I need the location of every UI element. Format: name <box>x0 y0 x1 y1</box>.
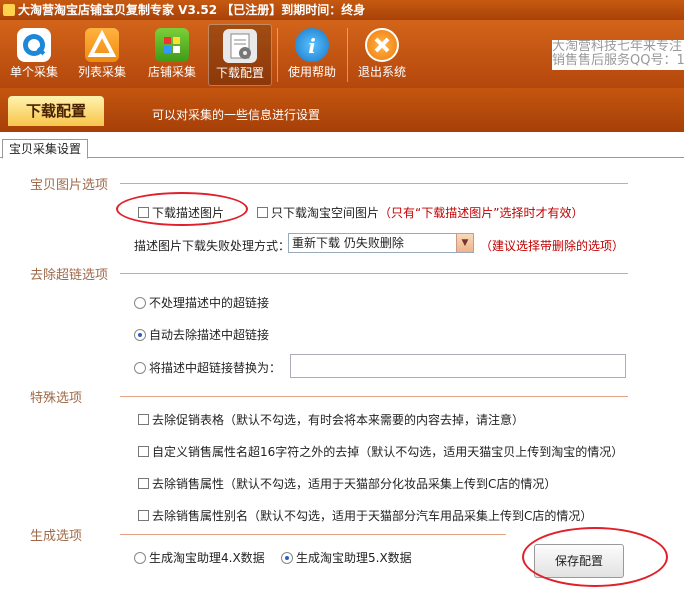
app-icon <box>3 4 15 16</box>
radio-circle <box>134 362 146 374</box>
config-header-tab: 下载配置 <box>8 96 104 126</box>
remove-promo-table-checkbox[interactable]: 去除促销表格（默认不勾选，有时会将本来需要的内容去掉，请注意） <box>138 411 524 428</box>
toolbar-single-collect-button[interactable]: 单个采集 <box>2 24 66 86</box>
toolbar-separator <box>347 28 348 82</box>
toolbar-separator <box>277 28 278 82</box>
config-header: 下载配置 可以对采集的一些信息进行设置 <box>0 88 684 132</box>
highlight-ellipse <box>116 192 248 226</box>
window-titlebar: 大淘营淘宝店铺宝贝复制专家 V3.52 【已注册】到期时间：终身 <box>0 0 684 20</box>
list-triangle-icon <box>85 28 119 62</box>
section-title-image-options: 宝贝图片选项 <box>30 178 109 193</box>
toolbar-help-button[interactable]: i 使用帮助 <box>280 24 344 86</box>
only-taobao-space-checkbox[interactable]: 只下载淘宝空间图片（只有“下载描述图片”选择时才有效） <box>257 204 583 221</box>
hyperlink-option-replace[interactable]: 将描述中超链接替换为： <box>134 359 281 376</box>
only-taobao-space-note: （只有“下载描述图片”选择时才有效） <box>379 206 584 220</box>
toolbar-exit-button[interactable]: 退出系统 <box>350 24 414 86</box>
toolbar-list-collect-button[interactable]: 列表采集 <box>70 24 134 86</box>
remove-sale-attr-alias-checkbox[interactable]: 去除销售属性别名（默认不勾选，适用于天猫部分汽车用品采集上传到C店的情况） <box>138 507 592 524</box>
fail-handling-label: 描述图片下载失败处理方式： <box>134 239 291 253</box>
radio-circle <box>134 329 146 341</box>
magnifier-icon <box>17 28 51 62</box>
svg-text:i: i <box>308 34 316 58</box>
config-header-description: 可以对采集的一些信息进行设置 <box>152 108 321 122</box>
info-icon: i <box>295 28 329 62</box>
tab-item-collect-settings[interactable]: 宝贝采集设置 <box>2 139 89 159</box>
section-divider <box>120 183 628 184</box>
generate-option-v5[interactable]: 生成淘宝助理5.X数据 <box>281 549 412 566</box>
remove-long-attr-name-checkbox[interactable]: 自定义销售属性名超16字符之外的去掉（默认不勾选，适用天猫宝贝上传到淘宝的情况） <box>138 443 623 460</box>
section-title-generate-options: 生成选项 <box>30 529 83 544</box>
close-icon <box>365 28 399 62</box>
fail-handling-select[interactable]: 重新下载 仍失败删除 ▼ <box>288 233 474 253</box>
radio-circle <box>134 297 146 309</box>
section-title-hyperlink-options: 去除超链选项 <box>30 268 109 283</box>
section-divider <box>120 273 628 274</box>
hyperlink-option-remove[interactable]: 自动去除描述中超链接 <box>134 326 269 343</box>
checkbox-box <box>138 414 149 425</box>
section-divider <box>120 534 506 535</box>
checkbox-box <box>138 510 149 521</box>
hyperlink-replace-input[interactable] <box>290 354 626 378</box>
radio-circle <box>281 552 293 564</box>
toolbar-shop-collect-button[interactable]: 店铺采集 <box>140 24 204 86</box>
window-title: 大淘营淘宝店铺宝贝复制专家 V3.52 【已注册】到期时间：终身 <box>18 3 366 17</box>
hyperlink-option-keep[interactable]: 不处理描述中的超链接 <box>134 294 269 311</box>
checkbox-box <box>138 478 149 489</box>
checkbox-box <box>138 446 149 457</box>
toolbar-download-config-button[interactable]: 下载配置 <box>208 24 272 86</box>
main-toolbar: 单个采集 列表采集 店铺采集 下载配置 i 使用帮助 退出系统 大淘营科技七年来… <box>0 20 684 88</box>
section-title-special-options: 特殊选项 <box>30 391 83 406</box>
fail-handling-note: （建议选择带删除的选项） <box>480 239 625 253</box>
highlight-ellipse <box>522 527 668 587</box>
remove-sale-attr-checkbox[interactable]: 去除销售属性（默认不勾选，适用于天猫部分化妆品采集上传到C店的情况） <box>138 475 556 492</box>
section-divider <box>120 396 628 397</box>
checkbox-box <box>257 207 268 218</box>
promo-banner: 大淘营科技七年来专注 销售售后服务QQ号：1 <box>552 40 684 70</box>
download-config-icon <box>223 29 257 63</box>
generate-option-v4[interactable]: 生成淘宝助理4.X数据 <box>134 549 265 566</box>
chevron-down-icon: ▼ <box>456 234 473 252</box>
shop-grid-icon <box>155 28 189 62</box>
settings-tabstrip: 宝贝采集设置 <box>0 132 684 159</box>
radio-circle <box>134 552 146 564</box>
